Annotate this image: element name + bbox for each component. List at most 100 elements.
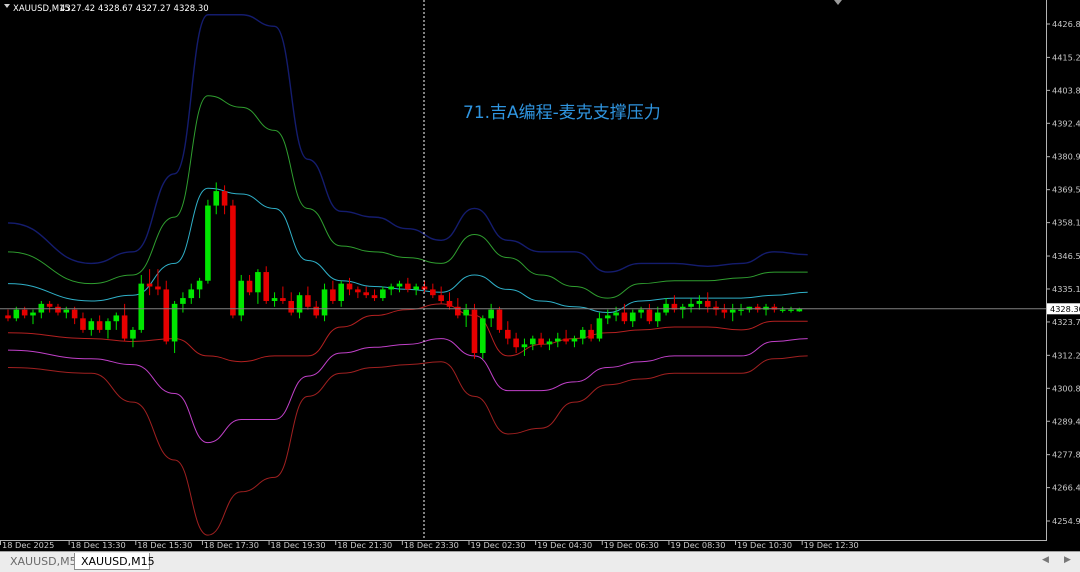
current-price-label: 4328.30 xyxy=(1050,304,1080,314)
candle xyxy=(563,329,569,345)
price-tick-label: 4358.10 xyxy=(1052,218,1080,228)
time-tick-label: 19 Dec 10:30 xyxy=(737,540,792,550)
tab-xauusd-m5[interactable]: XAUUSD,M5 xyxy=(4,553,77,570)
candle xyxy=(355,286,361,299)
candle xyxy=(46,300,53,313)
candle xyxy=(30,309,36,325)
candle xyxy=(363,286,369,299)
menu-triangle-icon[interactable] xyxy=(4,4,10,8)
band-mid_lower xyxy=(7,338,808,444)
candle xyxy=(596,312,603,342)
time-tick-label: 18 Dec 21:30 xyxy=(337,540,392,550)
candle xyxy=(721,303,728,319)
candle xyxy=(763,303,769,316)
candle xyxy=(455,298,461,319)
candle xyxy=(288,292,295,316)
candle xyxy=(80,312,86,333)
candle xyxy=(438,286,444,304)
band-inner_lower xyxy=(7,303,808,363)
candle xyxy=(321,283,328,322)
candle xyxy=(380,286,386,301)
candle xyxy=(430,283,436,299)
candle xyxy=(688,298,694,313)
annotation-label: 71.吉A编程-麦克支撑压力 xyxy=(463,103,661,123)
band-mid_upper xyxy=(7,95,808,299)
candle xyxy=(5,309,11,322)
price-axis[interactable]: 4426.80 4415.25 4403.85 4392.45 4380.90 4369.… xyxy=(1046,19,1080,526)
candle xyxy=(271,292,278,307)
candle xyxy=(396,280,403,293)
candle xyxy=(221,185,228,215)
candle xyxy=(230,199,236,319)
candle xyxy=(263,266,270,304)
candle xyxy=(604,309,611,325)
price-tick-label: 4266.45 xyxy=(1052,483,1080,493)
time-tick-label: 19 Dec 08:30 xyxy=(670,540,725,550)
candle xyxy=(546,338,553,351)
tabs-scroll-right-icon[interactable]: ▶ xyxy=(1064,555,1071,565)
shift-marker-icon[interactable] xyxy=(834,0,842,5)
candle xyxy=(463,303,469,327)
candle xyxy=(521,338,528,356)
price-tick-label: 4312.20 xyxy=(1052,350,1080,360)
price-tick-label: 4415.25 xyxy=(1052,52,1080,62)
candle xyxy=(480,315,486,359)
candle xyxy=(571,335,578,348)
candle xyxy=(246,274,253,296)
candle xyxy=(55,303,61,316)
candle xyxy=(205,199,211,284)
candle xyxy=(505,321,511,345)
time-tick-label: 18 Dec 19:30 xyxy=(271,540,326,550)
price-tick-label: 4335.15 xyxy=(1052,284,1080,294)
candle xyxy=(330,280,336,304)
candle xyxy=(96,315,103,333)
price-tick-label: 4426.80 xyxy=(1052,19,1080,29)
candle xyxy=(471,303,478,359)
candle xyxy=(196,277,203,299)
candle xyxy=(779,306,786,313)
candle xyxy=(529,335,536,351)
candle xyxy=(238,274,245,322)
chart-area[interactable]: 4426.80 4415.25 4403.85 4392.45 4380.90 4369.… xyxy=(0,0,1080,551)
candle xyxy=(679,303,686,319)
candle xyxy=(130,326,136,348)
price-tick-label: 4254.90 xyxy=(1052,516,1080,526)
candle xyxy=(388,283,394,296)
time-tick-label: 18 Dec 17:30 xyxy=(204,540,259,550)
tabs-scroll-left-icon[interactable]: ◀ xyxy=(1042,555,1049,565)
candle xyxy=(88,318,95,336)
candle xyxy=(138,274,145,333)
candle xyxy=(105,318,111,339)
candlestick-chart[interactable]: 4426.80 4415.25 4403.85 4392.45 4380.90 4369.… xyxy=(0,0,1080,551)
candle xyxy=(513,332,519,354)
price-tick-label: 4277.85 xyxy=(1052,450,1080,460)
candle xyxy=(163,280,170,345)
candle xyxy=(296,292,303,319)
candle xyxy=(180,292,186,313)
overlay-layer: 4328.30 xyxy=(0,0,1080,540)
price-tick-label: 4346.55 xyxy=(1052,251,1080,261)
price-tick-label: 4323.75 xyxy=(1052,317,1080,327)
time-tick-label: 18 Dec 23:30 xyxy=(404,540,459,550)
candle xyxy=(646,303,653,325)
price-tick-label: 4369.50 xyxy=(1052,185,1080,195)
bands-layer xyxy=(7,14,808,536)
band-inner_upper xyxy=(7,187,808,314)
candle xyxy=(338,280,344,307)
candle xyxy=(746,306,753,313)
candle xyxy=(579,326,586,345)
candle xyxy=(654,306,661,327)
candle xyxy=(771,303,778,313)
candle xyxy=(713,300,719,316)
candle xyxy=(754,303,761,313)
candle xyxy=(496,306,503,333)
candle xyxy=(696,295,703,310)
candle xyxy=(554,332,561,348)
tab-xauusd-m15[interactable]: XAUUSD,M15 xyxy=(74,553,155,570)
candle xyxy=(446,292,453,310)
price-tick-label: 4392.45 xyxy=(1052,118,1080,128)
candle xyxy=(255,269,261,304)
time-axis[interactable]: 18 Dec 2025 18 Dec 13:30 18 Dec 15:30 18 De… xyxy=(0,540,859,550)
candle xyxy=(71,306,78,325)
candle xyxy=(788,306,794,313)
